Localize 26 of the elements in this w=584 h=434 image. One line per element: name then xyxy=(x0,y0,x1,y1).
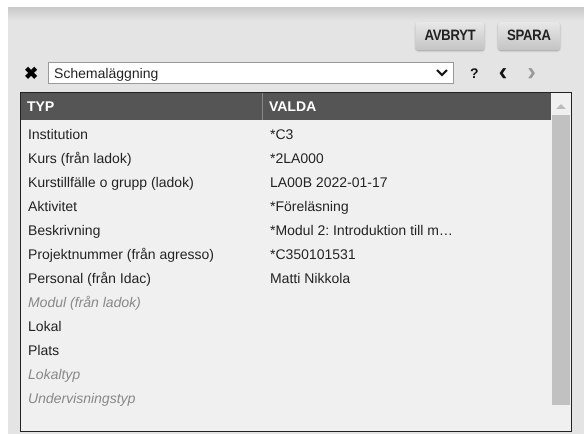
toolbar-button[interactable]: AVBRYT xyxy=(415,22,484,50)
value-cell-text: LA00B 2022-01-17 xyxy=(269,172,388,192)
type-cell[interactable]: Aktivitet xyxy=(21,196,263,216)
chevron-down-icon xyxy=(436,69,448,77)
type-cell[interactable]: Lokal xyxy=(21,316,263,336)
help-button[interactable]: ? xyxy=(470,62,479,84)
type-cell[interactable]: Beskrivning xyxy=(21,220,263,240)
column-header[interactable]: VALDA xyxy=(263,93,551,120)
type-cell[interactable]: Projektnummer (från agresso) xyxy=(21,244,263,264)
value-cell-text: *2LA000 xyxy=(269,148,324,168)
type-cell[interactable]: Plats xyxy=(21,340,263,360)
type-cell[interactable]: Institution xyxy=(21,124,263,144)
value-cell-text: *Modul 2: Introduktion till m… xyxy=(269,220,453,240)
previous-button[interactable]: ‹ xyxy=(498,58,508,88)
value-cell-text: *C3 xyxy=(269,124,294,144)
column-header[interactable]: TYP xyxy=(21,93,263,120)
toolbar-button[interactable]: SPARA xyxy=(498,22,560,50)
category-select[interactable]: Schemaläggning xyxy=(48,62,454,84)
type-cell[interactable]: Kurs (från ladok) xyxy=(21,148,263,168)
value-cell-text: *Föreläsning xyxy=(269,196,349,216)
type-cell[interactable]: Kurstillfälle o grupp (ladok) xyxy=(21,172,263,192)
scroll-up-icon[interactable] xyxy=(556,103,566,109)
value-cell-text: Matti Nikkola xyxy=(269,268,350,288)
type-cell[interactable]: Personal (från Idac) xyxy=(21,268,263,288)
value-cell-text: *C350101531 xyxy=(269,244,356,264)
scrollbar-thumb[interactable] xyxy=(552,115,570,405)
